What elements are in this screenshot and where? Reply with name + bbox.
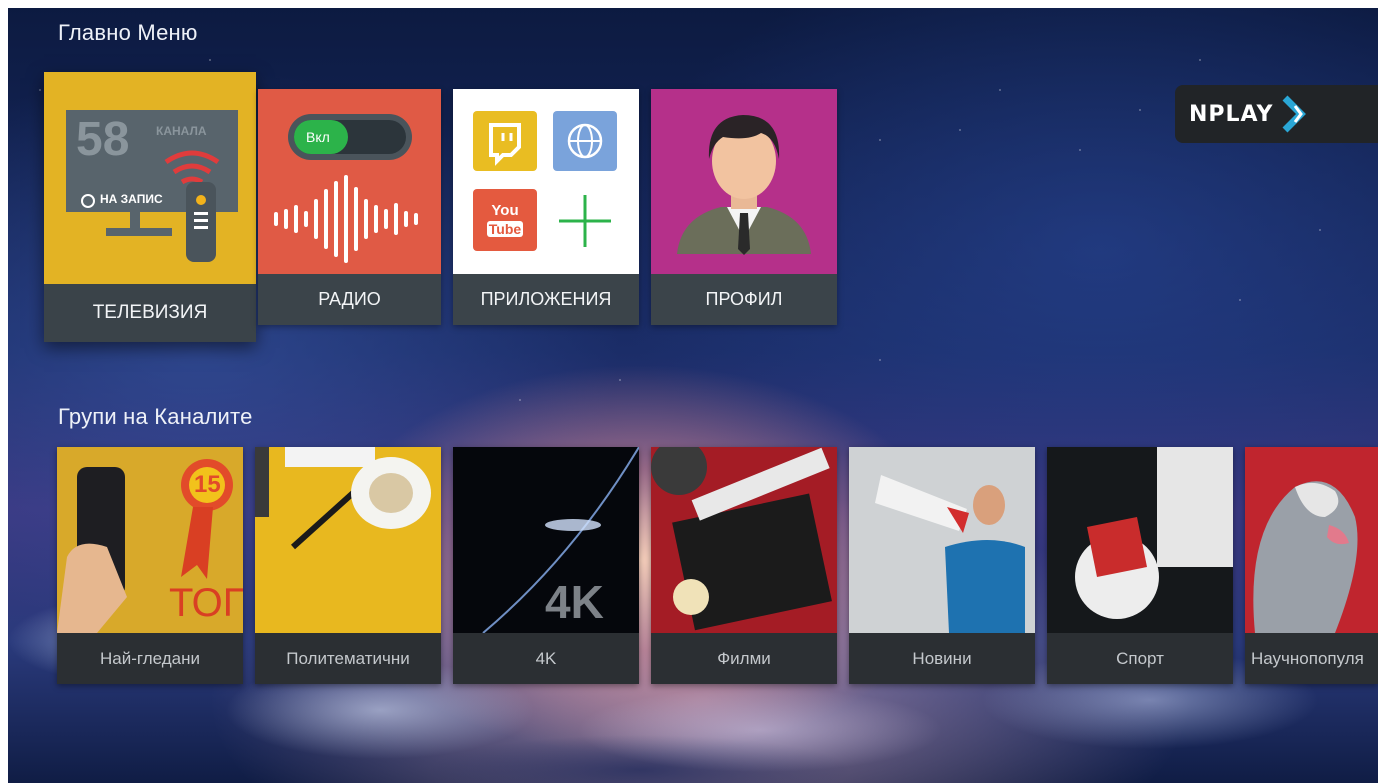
user-avatar-icon — [677, 115, 811, 255]
coffee-pen-image — [255, 447, 431, 550]
group-label: Новини — [912, 648, 972, 668]
applications-art: You Tube — [453, 89, 639, 274]
radio-toggle-text: Вкл — [306, 129, 330, 145]
tile-label: РАДИО — [318, 289, 381, 309]
youtube-icon: You Tube — [473, 189, 537, 251]
group-news[interactable]: Новини — [849, 447, 1035, 684]
group-label: Най-гледани — [100, 648, 200, 668]
profile-art — [651, 89, 837, 274]
television-art: 58 КАНАЛА НА ЗАПИС — [44, 72, 256, 284]
main-menu-title: Главно Меню — [58, 20, 198, 45]
sport-art — [1047, 447, 1233, 633]
youtube-text-bottom: Tube — [486, 221, 524, 237]
group-label: Спорт — [1116, 648, 1164, 668]
group-label: Филми — [717, 648, 771, 668]
group-polythematic[interactable]: Политематични — [255, 447, 441, 684]
channel-count: 58 — [76, 113, 130, 166]
polythematic-art — [255, 447, 441, 633]
group-sport[interactable]: Спорт — [1047, 447, 1233, 684]
tile-television[interactable]: 58 КАНАЛА НА ЗАПИС ТЕЛЕВИЗИЯ — [44, 72, 256, 342]
tv-screen-icon — [66, 110, 238, 262]
group-popular-science[interactable]: Научнопопуля — [1245, 447, 1378, 684]
medal-number: 15 — [194, 471, 221, 498]
channel-groups-title: Групи на Каналите — [58, 404, 253, 429]
nplay-logo: NPLAY — [1175, 85, 1378, 143]
4k-art: 4K — [453, 447, 639, 633]
frame-top-edge — [0, 0, 1378, 8]
group-label: Политематични — [286, 648, 410, 668]
group-4k[interactable]: 4K 4K — [453, 447, 639, 684]
tile-label: ТЕЛЕВИЗИЯ — [92, 302, 208, 323]
twitch-icon — [473, 111, 537, 171]
group-movies[interactable]: Филми — [651, 447, 837, 684]
movies-art — [651, 447, 837, 633]
tile-label: ПРОФИЛ — [705, 289, 783, 309]
popular-science-art — [1245, 447, 1378, 633]
tile-label: ПРИЛОЖЕНИЯ — [480, 289, 612, 309]
top-text: ТОП — [169, 581, 243, 625]
group-most-watched[interactable]: 15 ТОП Най-гледани — [57, 447, 243, 684]
radio-toggle-waveform-icon — [274, 114, 418, 263]
logo-text: NPLAY — [1189, 101, 1274, 127]
goalkeeper-ball-image — [1075, 447, 1233, 619]
web-icon — [553, 111, 617, 171]
add-icon — [559, 195, 611, 247]
logo-chevron-icon — [1282, 95, 1307, 133]
most-watched-art: 15 ТОП — [57, 447, 243, 633]
record-text: НА ЗАПИС — [100, 192, 163, 206]
news-art — [849, 447, 1035, 633]
group-label: 4K — [535, 648, 557, 668]
tile-profile[interactable]: ПРОФИЛ — [651, 89, 837, 325]
group-label: Научнопопуля — [1251, 648, 1364, 668]
youtube-text-top: You — [491, 202, 519, 219]
radio-art: Вкл — [258, 89, 441, 274]
4k-art-text: 4K — [545, 576, 604, 628]
clapperboard-image — [651, 447, 832, 631]
dog-image — [1253, 481, 1358, 633]
megaphone-man-image — [875, 475, 1025, 633]
frame-left-edge — [0, 0, 8, 783]
channel-word: КАНАЛА — [156, 124, 207, 138]
tile-radio[interactable]: Вкл РАДИО — [258, 89, 441, 325]
tile-applications[interactable]: You Tube ПРИЛОЖЕНИЯ — [453, 89, 639, 325]
